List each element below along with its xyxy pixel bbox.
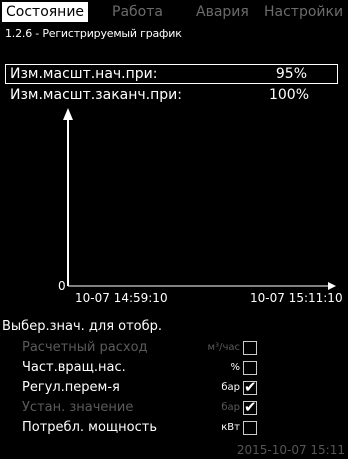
param-value: 100% [268,87,309,103]
select-label: Част.вращ.нас. [22,360,126,375]
selection-title: Выбер.знач. для отобр. [2,319,163,334]
select-label: Потребл. мощность [22,420,157,435]
tab-status[interactable]: Состояние [2,2,89,22]
status-timestamp: 2015-10-07 15:11 [236,443,345,457]
checkbox[interactable] [243,421,257,435]
checkbox[interactable] [243,341,257,355]
checkbox-checked[interactable]: ✔ [243,378,257,396]
select-label: Регул.перем-я [22,380,120,395]
select-row-controlled-variable[interactable]: Регул.перем-я бар ✔ [0,378,348,398]
x-start-label: 10-07 14:59:10 [75,291,168,305]
tab-bar: Состояние Работа Авария Настройки [0,0,348,22]
select-unit: кВт [221,422,240,433]
param-row-scale-start[interactable]: Изм.масшт.нач.при: 95% [5,64,338,84]
select-row-speed[interactable]: Част.вращ.нас. % [0,358,348,378]
x-end-label: 10-07 15:11:10 [250,291,343,305]
check-icon: ✔ [244,398,257,416]
param-value: 95% [275,66,307,82]
tab-alarm[interactable]: Авария [196,2,249,22]
param-row-scale-end[interactable]: Изм.масшт.заканч.при: 100% [6,85,339,105]
select-unit: бар [221,402,240,413]
y-origin-label: 0 [58,279,66,293]
select-row-setpoint[interactable]: Устан. значение бар ✔ [0,398,348,418]
select-label: Устан. значение [22,400,134,415]
tab-settings[interactable]: Настройки [264,2,343,22]
tab-operation[interactable]: Работа [112,2,163,22]
param-label: Изм.масшт.нач.при: [10,66,158,82]
check-icon: ✔ [244,378,257,396]
select-row-power[interactable]: Потребл. мощность кВт [0,418,348,438]
select-unit: % [230,362,240,373]
select-label: Расчетный расход [22,340,148,355]
trend-chart: 0 10-07 14:59:10 10-07 15:11:10 [58,108,343,305]
select-unit: м³/час [207,342,240,353]
breadcrumb: 1.2.6 - Регистрируемый график [5,27,182,40]
select-row-flow[interactable]: Расчетный расход м³/час [0,338,348,358]
param-label: Изм.масшт.заканч.при: [10,87,182,103]
checkbox[interactable] [243,361,257,375]
select-unit: бар [221,382,240,393]
y-axis-arrow [63,108,73,120]
x-axis-arrow [328,282,336,290]
checkbox-checked[interactable]: ✔ [243,398,257,416]
